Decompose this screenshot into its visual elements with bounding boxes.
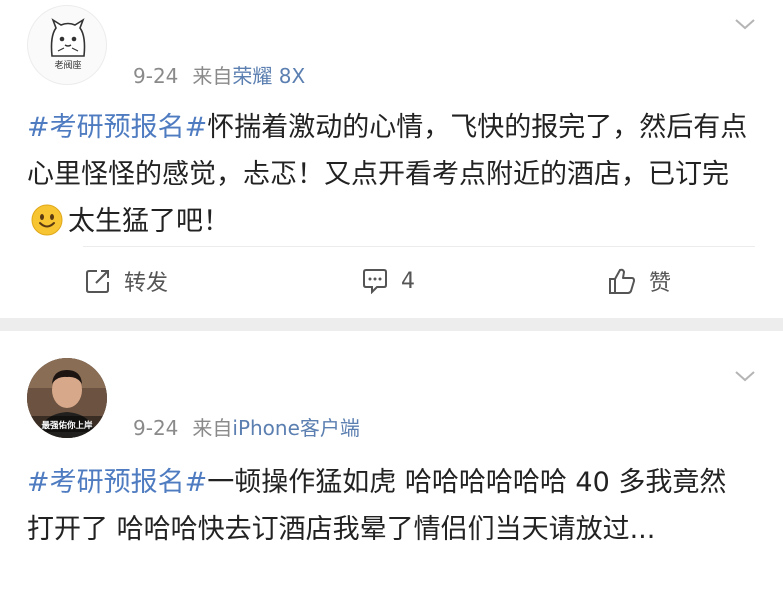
hashtag-link[interactable]: #考研预报名# xyxy=(27,112,207,143)
source-link[interactable]: iPhone客户端 xyxy=(232,416,360,440)
avatar-caption: 老阀座 xyxy=(54,59,81,71)
divider xyxy=(83,246,755,247)
post-time: 9-24 xyxy=(133,416,179,440)
repost-icon xyxy=(86,270,109,293)
avatar-caption: 最强佑你上岸 xyxy=(41,420,93,431)
post-text: #考研预报名#一顿操作猛如虎 哈哈哈哈哈哈 40 多我竟然打开了 哈哈哈快去订酒… xyxy=(27,459,753,553)
avatar[interactable]: 最强佑你上岸 xyxy=(27,358,107,438)
post-meta: 9-24 来自荣耀 8X xyxy=(133,60,305,89)
post-meta: 9-24 来自iPhone客户端 xyxy=(133,412,360,441)
post-time: 9-24 xyxy=(133,64,179,88)
repost-label: 转发 xyxy=(124,271,169,296)
like-button[interactable]: 赞 xyxy=(608,261,671,301)
comment-icon xyxy=(363,269,387,294)
source-prefix: 来自 xyxy=(192,416,233,440)
photo-avatar-image: 最强佑你上岸 xyxy=(27,358,107,438)
chevron-down-icon[interactable] xyxy=(733,12,757,36)
post-text: #考研预报名#怀揣着激动的心情，飞快的报完了，然后有点心里怪怪的感觉，忐忑！又点… xyxy=(27,104,753,245)
source-prefix: 来自 xyxy=(192,64,233,88)
like-label: 赞 xyxy=(649,271,672,296)
chevron-down-icon[interactable] xyxy=(733,364,757,388)
smile-emoji xyxy=(31,204,63,236)
comment-count: 4 xyxy=(401,268,415,294)
avatar[interactable]: 老阀座 xyxy=(27,5,107,85)
post-card[interactable]: 最强佑你上岸 9-24 来自iPhone客户端 #考研预报名#一顿操作猛如虎 哈哈… xyxy=(0,331,783,592)
repost-button[interactable]: 转发 xyxy=(85,261,168,301)
source-link[interactable]: 荣耀 8X xyxy=(232,64,305,88)
like-icon xyxy=(609,268,635,294)
hashtag-link[interactable]: #考研预报名# xyxy=(27,467,207,498)
comment-button[interactable]: 4 xyxy=(362,261,415,301)
post-body-end: 太生猛了吧！ xyxy=(68,206,230,237)
post-card[interactable]: 老阀座 9-24 来自荣耀 8X #考研预报名#怀揣着激动的心情，飞快的报完了，然… xyxy=(0,0,783,318)
cartoon-avatar-image: 老阀座 xyxy=(50,18,86,71)
